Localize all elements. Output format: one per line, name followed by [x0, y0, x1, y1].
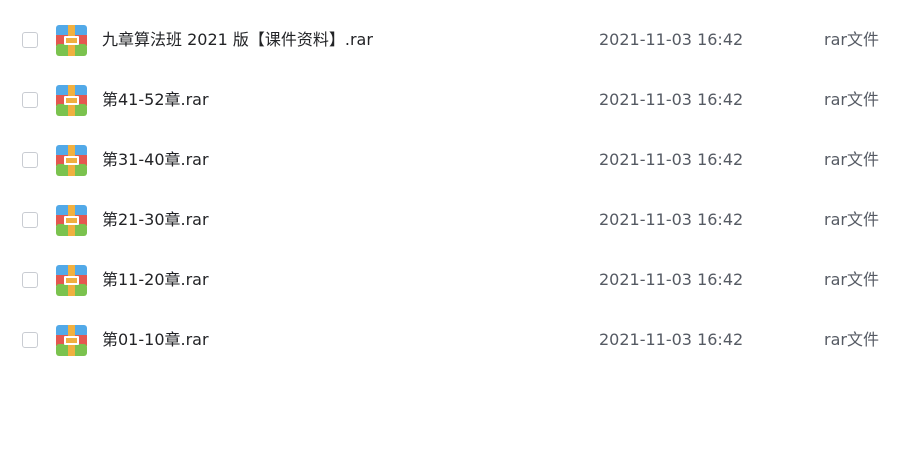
file-name[interactable]: 第21-30章.rar: [102, 190, 209, 250]
rar-archive-icon: [56, 265, 87, 296]
file-name[interactable]: 第11-20章.rar: [102, 250, 209, 310]
file-type: rar文件: [824, 330, 879, 349]
file-modified-date: 2021-11-03 16:42: [599, 150, 744, 169]
file-modified-date: 2021-11-03 16:42: [599, 210, 744, 229]
file-type: rar文件: [824, 90, 879, 109]
file-type: rar文件: [824, 150, 879, 169]
file-type: rar文件: [824, 210, 879, 229]
row-checkbox[interactable]: [22, 272, 38, 288]
file-modified-date: 2021-11-03 16:42: [599, 330, 744, 349]
rar-archive-icon: [56, 145, 87, 176]
file-modified-date: 2021-11-03 16:42: [599, 90, 744, 109]
file-name[interactable]: 九章算法班 2021 版【课件资料】.rar: [102, 10, 373, 70]
file-row[interactable]: 第21-30章.rar 2021-11-03 16:42 rar文件: [0, 190, 912, 250]
rar-archive-icon: [56, 25, 87, 56]
row-checkbox[interactable]: [22, 152, 38, 168]
file-type: rar文件: [824, 30, 879, 49]
row-checkbox[interactable]: [22, 212, 38, 228]
file-row[interactable]: 第31-40章.rar 2021-11-03 16:42 rar文件: [0, 130, 912, 190]
file-row[interactable]: 第41-52章.rar 2021-11-03 16:42 rar文件: [0, 70, 912, 130]
file-modified-date: 2021-11-03 16:42: [599, 30, 744, 49]
rar-archive-icon: [56, 85, 87, 116]
file-name[interactable]: 第31-40章.rar: [102, 130, 209, 190]
rar-archive-icon: [56, 205, 87, 236]
file-row[interactable]: 第11-20章.rar 2021-11-03 16:42 rar文件: [0, 250, 912, 310]
rar-archive-icon: [56, 325, 87, 356]
file-modified-date: 2021-11-03 16:42: [599, 270, 744, 289]
row-checkbox[interactable]: [22, 92, 38, 108]
file-row[interactable]: 九章算法班 2021 版【课件资料】.rar 2021-11-03 16:42 …: [0, 10, 912, 70]
file-row[interactable]: 第01-10章.rar 2021-11-03 16:42 rar文件: [0, 310, 912, 370]
file-list: 九章算法班 2021 版【课件资料】.rar 2021-11-03 16:42 …: [0, 0, 912, 450]
file-name[interactable]: 第01-10章.rar: [102, 310, 209, 370]
row-checkbox[interactable]: [22, 332, 38, 348]
file-type: rar文件: [824, 270, 879, 289]
row-checkbox[interactable]: [22, 32, 38, 48]
file-name[interactable]: 第41-52章.rar: [102, 70, 209, 130]
